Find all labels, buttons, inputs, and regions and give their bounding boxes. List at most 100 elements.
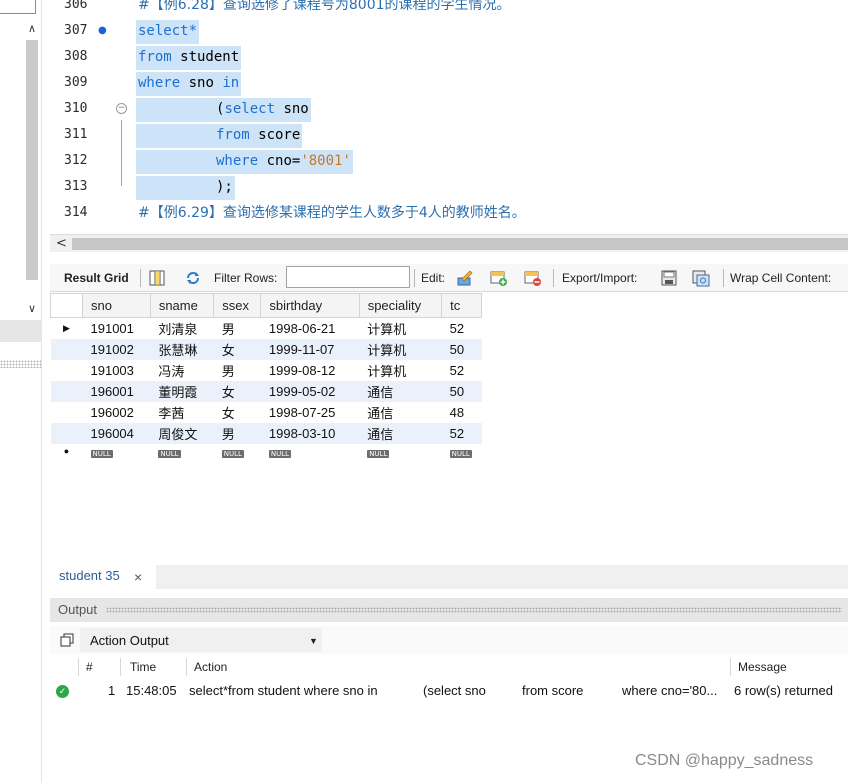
table-row[interactable]: ▶ 191001 刘清泉 男 1998-06-21 计算机 52 — [50, 317, 482, 339]
cell-sbirthday[interactable]: 1999-08-12 — [261, 360, 359, 381]
row-header[interactable] — [50, 401, 83, 423]
column-header-number[interactable]: # — [86, 656, 93, 678]
refresh-icon[interactable] — [184, 269, 202, 287]
cell-tc[interactable]: 52 — [442, 318, 482, 339]
table-row[interactable]: 191003 冯涛 男 1999-08-12 计算机 52 — [50, 359, 482, 381]
cell-sno[interactable]: 196002 — [83, 402, 151, 423]
table-row[interactable]: 191002 张慧琳 女 1999-11-07 计算机 50 — [50, 338, 482, 360]
add-row-icon[interactable] — [490, 269, 508, 287]
cell-tc[interactable]: 48 — [442, 402, 482, 423]
cell-sno[interactable]: 196001 — [82, 380, 151, 402]
editor-horizontal-scrollbar[interactable]: < — [50, 234, 848, 252]
column-header-speciality[interactable]: speciality — [358, 293, 443, 318]
null-cell[interactable]: NULL — [214, 444, 261, 459]
row-header-corner[interactable] — [50, 293, 83, 318]
cell-sbirthday[interactable]: 1998-07-25 — [261, 402, 359, 423]
cell-tc[interactable]: 50 — [441, 380, 482, 402]
new-row-marker-icon[interactable]: ● — [50, 443, 83, 459]
null-cell[interactable]: NULL — [83, 444, 151, 459]
edit-row-icon[interactable] — [456, 269, 474, 287]
cell-sname[interactable]: 周俊文 — [150, 422, 214, 444]
cell-sno[interactable]: 191001 — [83, 318, 151, 339]
column-header-sbirthday[interactable]: sbirthday — [260, 293, 360, 318]
cell-sname[interactable]: 李茜 — [150, 402, 213, 423]
cell-sno[interactable]: 191002 — [82, 338, 151, 360]
cell-ssex[interactable]: 男 — [214, 318, 261, 339]
cell-ssex[interactable]: 男 — [214, 360, 261, 381]
export-icon[interactable] — [660, 269, 678, 287]
cell-speciality[interactable]: 通信 — [359, 422, 442, 444]
cell-sno[interactable]: 191003 — [83, 360, 151, 381]
column-header-action[interactable]: Action — [194, 656, 227, 678]
cell-ssex[interactable]: 男 — [213, 422, 261, 444]
cell-sbirthday[interactable]: 1998-03-10 — [260, 422, 360, 444]
navigator-scroll-thumb[interactable] — [26, 40, 38, 280]
import-icon[interactable] — [692, 269, 710, 287]
result-grid-label[interactable]: Result Grid — [64, 270, 129, 286]
sql-identifier: cno= — [258, 153, 301, 169]
column-header-ssex[interactable]: ssex — [213, 293, 262, 318]
row-header[interactable] — [50, 338, 83, 360]
cell-tc[interactable]: 52 — [442, 360, 482, 381]
grid-view-icon[interactable] — [148, 269, 166, 287]
table-row[interactable]: 196004 周俊文 男 1998-03-10 通信 52 — [50, 422, 482, 444]
fold-toggle-icon[interactable]: − — [116, 103, 127, 114]
cell-tc[interactable]: 52 — [441, 422, 482, 444]
cell-ssex[interactable]: 女 — [213, 380, 261, 402]
column-header-sname[interactable]: sname — [149, 293, 215, 318]
code-line-309: 309 where sno in — [50, 70, 848, 96]
cell-speciality[interactable]: 计算机 — [359, 338, 442, 360]
null-cell[interactable]: NULL — [150, 444, 213, 459]
filter-rows-input[interactable] — [286, 266, 410, 288]
column-header-message[interactable]: Message — [738, 656, 787, 678]
null-cell[interactable]: NULL — [261, 444, 359, 459]
null-badge: NULL — [90, 449, 113, 458]
scroll-down-icon[interactable]: ∨ — [24, 302, 40, 316]
column-divider — [78, 658, 79, 676]
table-row[interactable]: 196001 董明霞 女 1999-05-02 通信 50 — [50, 380, 482, 402]
sql-editor[interactable]: 306 #【例6.28】查询选修了课程号为8001的课程的学生情况。 307 ●… — [50, 0, 848, 234]
close-icon[interactable]: × — [134, 565, 142, 589]
tab-student-result[interactable]: student 35 × — [50, 565, 156, 589]
panel-grip[interactable] — [106, 607, 842, 613]
column-header-time[interactable]: Time — [130, 656, 156, 678]
navigator-box — [0, 0, 36, 14]
line-number: 308 — [64, 49, 88, 64]
output-log-row[interactable]: ✓ 1 15:48:05 select*from student where s… — [50, 680, 848, 702]
new-row[interactable]: ● NULL NULL NULL NULL NULL NULL — [50, 443, 482, 459]
scrollbar-thumb[interactable] — [72, 238, 848, 250]
breakpoint-dot-icon[interactable]: ● — [98, 18, 112, 44]
scroll-left-icon[interactable]: < — [56, 235, 67, 253]
cell-sname[interactable]: 刘清泉 — [150, 318, 213, 339]
cell-sname[interactable]: 冯涛 — [150, 360, 213, 381]
scroll-up-icon[interactable]: ∧ — [24, 22, 40, 36]
cell-ssex[interactable]: 女 — [213, 338, 261, 360]
cell-speciality[interactable]: 通信 — [359, 380, 442, 402]
row-header[interactable] — [50, 380, 83, 402]
cell-sno[interactable]: 196004 — [82, 422, 151, 444]
null-cell[interactable]: NULL — [442, 444, 482, 459]
delete-row-icon[interactable] — [524, 269, 542, 287]
code-text: ); — [214, 176, 235, 200]
cell-speciality[interactable]: 通信 — [359, 402, 441, 423]
cell-tc[interactable]: 50 — [441, 338, 482, 360]
code-text: select* — [136, 20, 200, 44]
table-row[interactable]: 196002 李茜 女 1998-07-25 通信 48 — [50, 401, 482, 423]
cell-sbirthday[interactable]: 1998-06-21 — [261, 318, 359, 339]
cell-sbirthday[interactable]: 1999-05-02 — [260, 380, 360, 402]
cell-speciality[interactable]: 计算机 — [359, 318, 441, 339]
column-header-tc[interactable]: tc — [441, 293, 482, 318]
cell-ssex[interactable]: 女 — [214, 402, 261, 423]
splitter-handle[interactable] — [0, 360, 42, 368]
copy-icon[interactable] — [60, 633, 74, 647]
null-cell[interactable]: NULL — [359, 444, 441, 459]
cell-speciality[interactable]: 计算机 — [359, 360, 441, 381]
column-header-sno[interactable]: sno — [82, 293, 151, 318]
cell-sname[interactable]: 董明霞 — [150, 380, 214, 402]
output-type-select[interactable]: Action Output ▼ — [80, 628, 322, 652]
row-header[interactable] — [50, 359, 83, 381]
current-row-arrow-icon[interactable]: ▶ — [50, 317, 83, 339]
cell-sbirthday[interactable]: 1999-11-07 — [260, 338, 360, 360]
cell-sname[interactable]: 张慧琳 — [150, 338, 214, 360]
row-header[interactable] — [50, 422, 83, 444]
